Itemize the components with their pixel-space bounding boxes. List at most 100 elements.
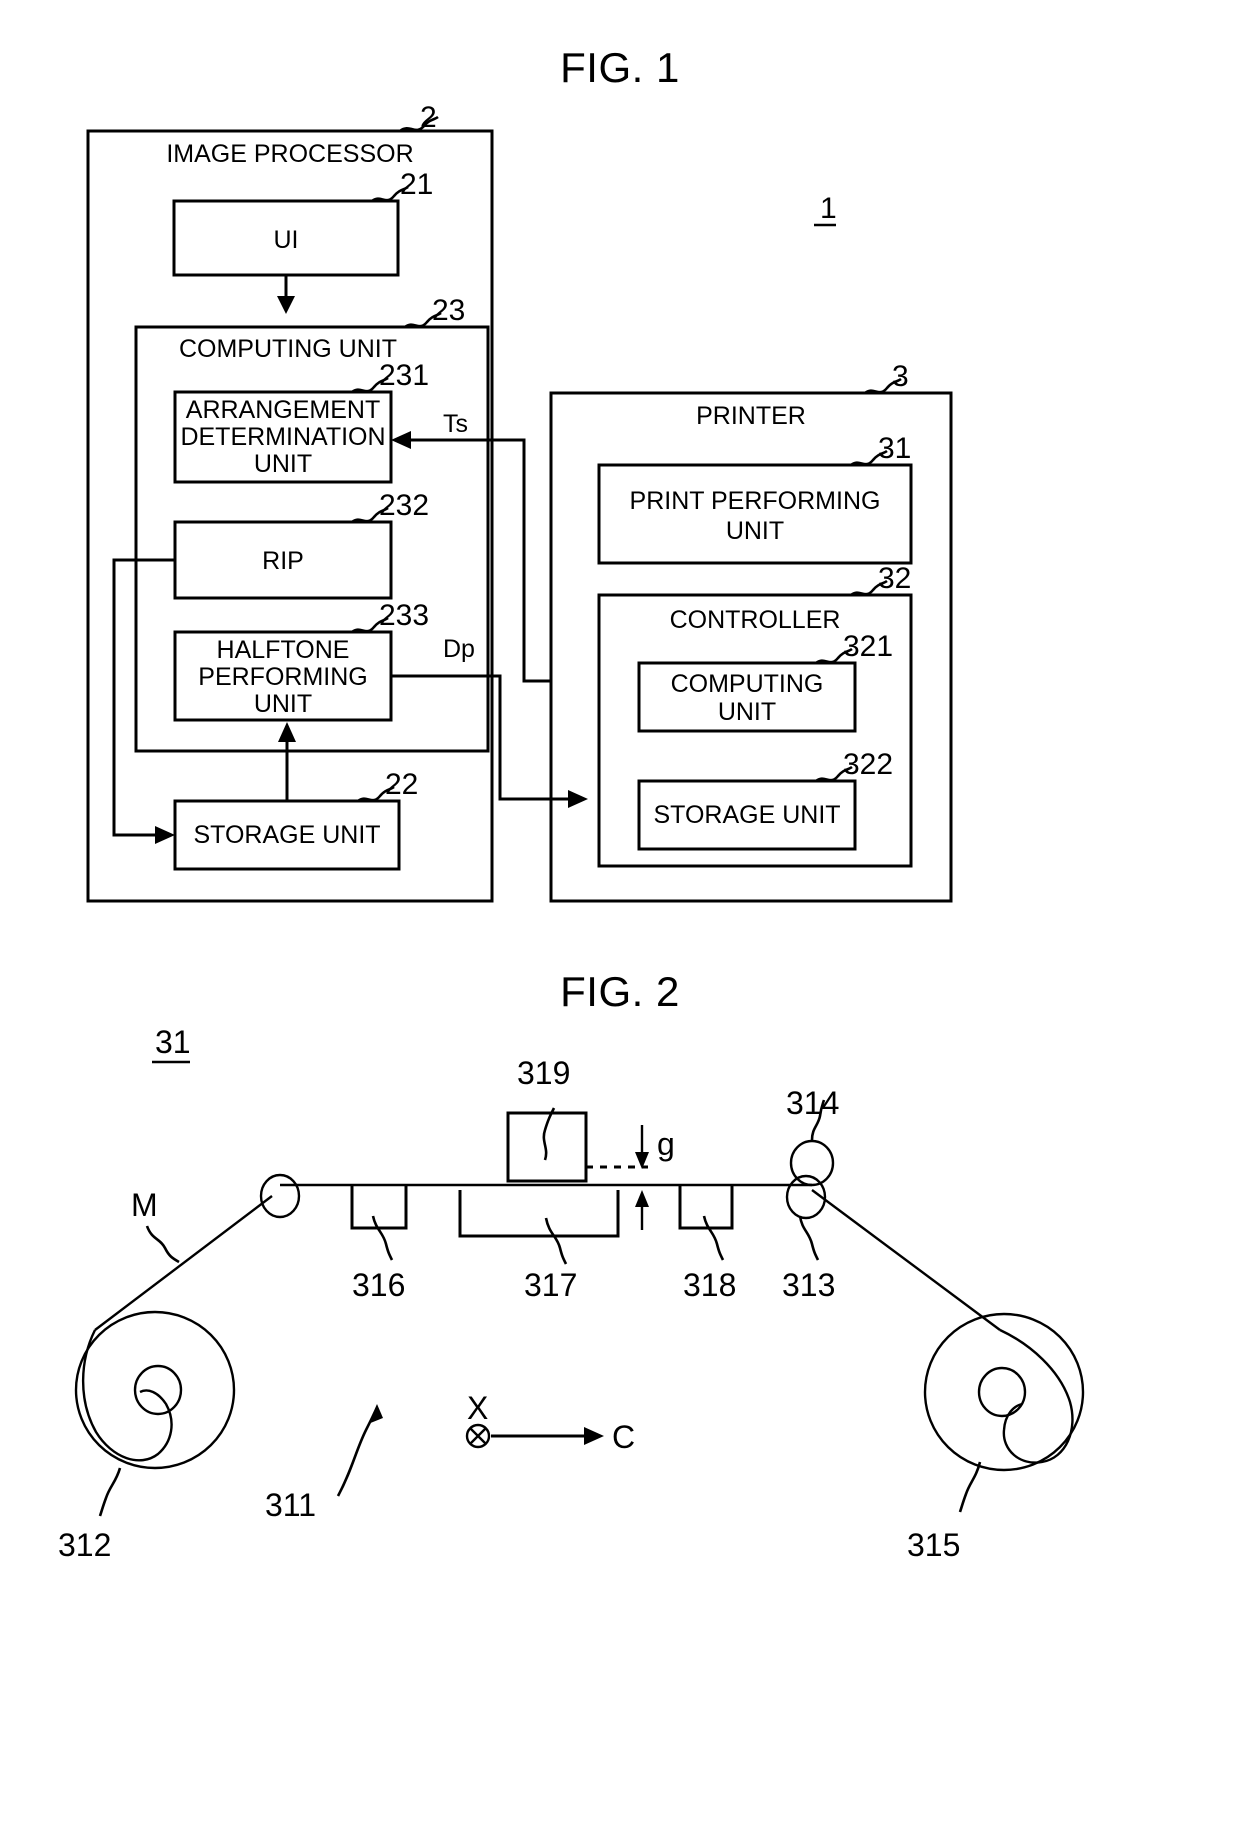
signal-label-ts: Ts (443, 410, 468, 438)
leader-line-21 (371, 185, 409, 203)
ref-number-2: 2 (420, 101, 437, 134)
leader-line-23 (404, 311, 442, 329)
ref-number-32: 32 (878, 562, 911, 595)
ref-number-319: 319 (517, 1055, 570, 1091)
idler-roller (259, 1173, 301, 1219)
leader-line-312 (98, 1467, 122, 1517)
leader-line-32 (850, 579, 888, 597)
leader-line-2 (399, 115, 439, 133)
arrangement-determination-unit-box (173, 390, 393, 484)
halftone-unit-line3: UNIT (254, 690, 312, 718)
label-X: X (467, 1390, 488, 1426)
gap-arrow-down-head (635, 1152, 649, 1169)
patent-drawing-page: FIG. 1 IMAGE PROCESSOR 2 1 UI 21 COMPUTI… (0, 0, 1240, 1848)
label-M: M (131, 1187, 158, 1223)
figure-2-diagram: 31 M 316 317 318 319 g 314 313 312 315 3… (58, 1024, 1085, 1563)
ref-number-313: 313 (782, 1267, 835, 1303)
controller-storage-unit-box (637, 779, 857, 851)
leader-line-M (145, 1225, 180, 1264)
ref-number-322: 322 (843, 748, 893, 781)
computing-unit-label: COMPUTING UNIT (179, 335, 397, 363)
print-head-319 (506, 1111, 588, 1183)
ref-number-231: 231 (379, 359, 429, 392)
arrow-into-storage-unit-head (155, 826, 175, 844)
ref-number-316: 316 (352, 1267, 405, 1303)
ref-number-1: 1 (820, 192, 837, 225)
ref-number-3: 3 (892, 360, 909, 393)
take-up-roll-315-winding (999, 1328, 1074, 1464)
ref-number-21: 21 (400, 168, 433, 201)
supply-roll-312-winding (81, 1329, 173, 1462)
leader-line-322 (815, 765, 853, 783)
leader-line-319 (542, 1107, 556, 1161)
ref-number-232: 232 (379, 489, 429, 522)
wire-rip-to-storage-unit (112, 558, 175, 837)
leader-line-315 (958, 1461, 982, 1513)
controller-box (597, 593, 913, 868)
web-left-span (94, 1195, 273, 1331)
leader-line-313 (798, 1215, 820, 1261)
leader-line-3 (864, 377, 902, 395)
leader-line-233 (351, 616, 389, 634)
take-up-roll-315-outer (923, 1312, 1085, 1472)
leader-line-311 (336, 1411, 377, 1497)
leader-line-316 (371, 1215, 394, 1261)
ref-number-317: 317 (524, 1267, 577, 1303)
print-performing-unit-box (597, 463, 913, 565)
halftone-performing-unit-box (173, 630, 393, 722)
guide-block-left-316 (350, 1186, 408, 1230)
figure-1-title: FIG. 1 (560, 44, 680, 91)
storage-unit-label: STORAGE UNIT (193, 821, 380, 849)
image-processor-label: IMAGE PROCESSOR (166, 140, 413, 168)
print-performing-unit-line2: UNIT (726, 517, 784, 545)
platen-317 (458, 1190, 620, 1238)
halftone-unit-line2: PERFORMING (198, 663, 367, 691)
halftone-unit-line1: HALFTONE (217, 636, 350, 664)
controller-label: CONTROLLER (670, 606, 841, 634)
controller-storage-unit-label: STORAGE UNIT (653, 801, 840, 829)
supply-roll-312-outer (74, 1310, 236, 1470)
ui-box (172, 199, 400, 277)
storage-unit-box (173, 799, 401, 871)
wire-dp-signal (391, 674, 568, 801)
ref-number-31-fig2: 31 (155, 1024, 191, 1060)
figure-2-title: FIG. 2 (560, 968, 680, 1015)
upper-nip-roller-314 (789, 1139, 835, 1187)
direction-c-arrow-head (584, 1427, 604, 1445)
signal-label-dp: Dp (443, 635, 475, 663)
arrangement-unit-line2: DETERMINATION (180, 423, 385, 451)
controller-computing-unit-line1: COMPUTING (671, 670, 824, 698)
arrangement-unit-line3: UNIT (254, 450, 312, 478)
rip-label: RIP (262, 547, 304, 575)
ref-number-233: 233 (379, 599, 429, 632)
leader-line-22 (357, 785, 395, 803)
lower-nip-roller-313 (785, 1174, 827, 1220)
arrangement-unit-line1: ARRANGEMENT (186, 396, 380, 424)
ui-label: UI (274, 226, 299, 254)
ref-number-321: 321 (843, 630, 893, 663)
image-processor-box (86, 129, 494, 903)
leader-line-314 (810, 1099, 826, 1141)
x-axis-into-page-icon (465, 1423, 491, 1449)
leader-line-31 (850, 449, 888, 467)
leader-line-318 (702, 1215, 725, 1261)
x-axis-cross-2 (469, 1427, 487, 1445)
leader-line-231 (351, 376, 389, 394)
supply-roll-312-core (133, 1364, 183, 1416)
ref-number-312: 312 (58, 1527, 111, 1563)
leader-line-321 (815, 647, 853, 665)
arrow-dp-head (568, 790, 588, 808)
ref-number-318: 318 (683, 1267, 736, 1303)
leader-line-232 (351, 506, 389, 524)
ref-number-315: 315 (907, 1527, 960, 1563)
figure-1-diagram: IMAGE PROCESSOR 2 1 UI 21 COMPUTING UNIT… (86, 101, 953, 903)
print-performing-unit-line1: PRINT PERFORMING (630, 487, 881, 515)
wire-ts-signal (411, 438, 551, 683)
controller-computing-unit-line2: UNIT (718, 698, 776, 726)
ref-number-31: 31 (878, 432, 911, 465)
web-right-span (811, 1189, 1001, 1331)
x-axis-cross-1 (469, 1427, 487, 1445)
computing-unit-box (134, 325, 490, 753)
take-up-roll-315-core (977, 1366, 1027, 1418)
ref-number-314: 314 (786, 1085, 839, 1121)
